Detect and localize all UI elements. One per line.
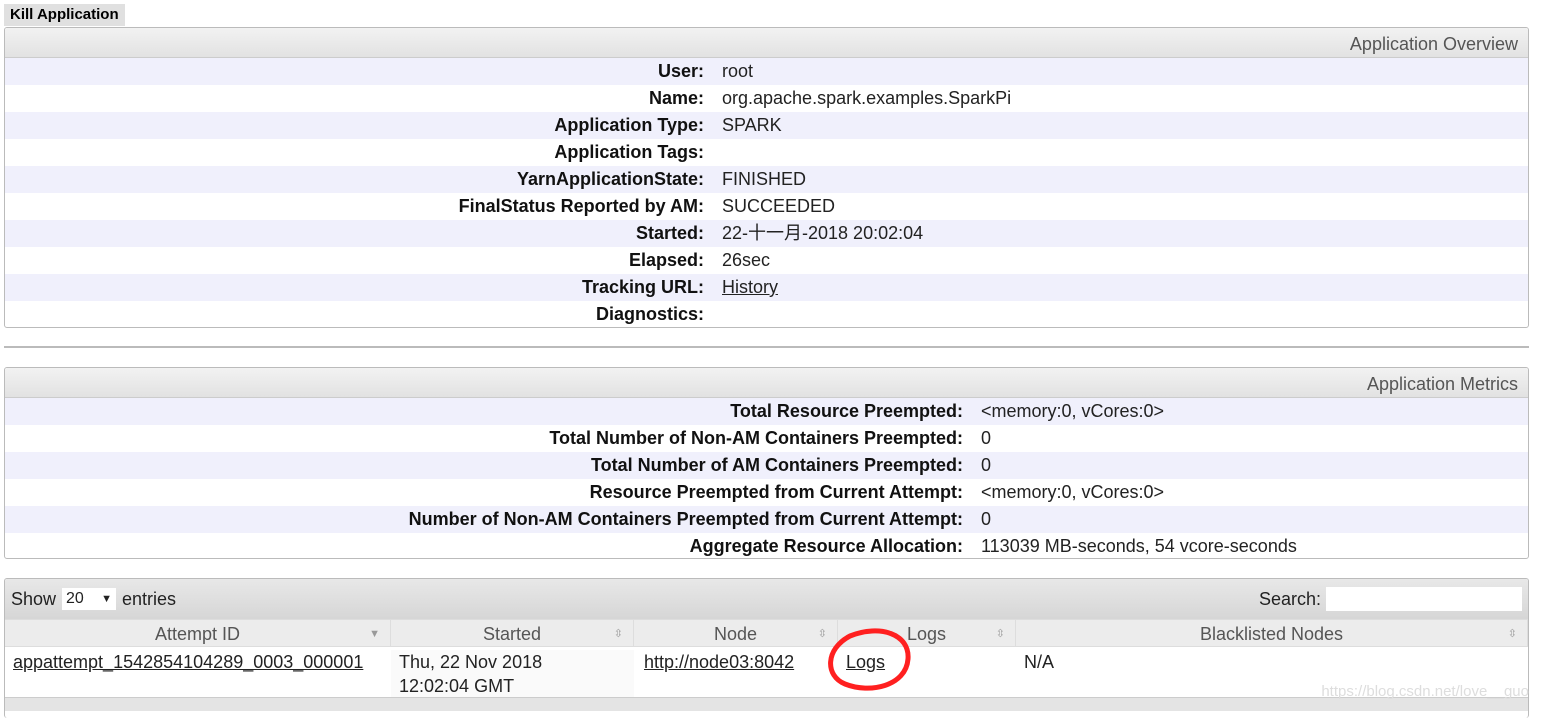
info-row: Aggregate Resource Allocation: 113039 MB-… xyxy=(5,533,1528,558)
info-value: FINISHED xyxy=(722,169,807,189)
info-row: Total Number of Non-AM Containers Preemp… xyxy=(5,425,1528,452)
info-value: 0 xyxy=(981,428,992,448)
show-label: Show xyxy=(11,588,57,609)
sort-icon: ⇳ xyxy=(613,628,623,640)
info-value: <memory:0, vCores:0> xyxy=(981,482,1165,502)
info-label: YarnApplicationState: xyxy=(516,169,704,189)
entries-value: 20 xyxy=(66,590,84,607)
table-footer xyxy=(5,697,1528,711)
attempts-table: Show 20 ▼ entries Search: Attempt ID ▼ Sta… xyxy=(4,578,1529,718)
entries-label: entries xyxy=(122,588,177,609)
sort-icon: ⇳ xyxy=(995,628,1005,640)
info-value: SPARK xyxy=(722,115,782,135)
header-label: Started xyxy=(482,624,542,644)
info-value: 26sec xyxy=(722,250,771,270)
info-label: Total Number of Non-AM Containers Preemp… xyxy=(549,428,963,448)
info-value: 22-十一月-2018 20:02:04 xyxy=(722,223,924,243)
info-row: Total Number of AM Containers Preempted:… xyxy=(5,452,1528,479)
kill-application-button[interactable]: Kill Application xyxy=(4,4,125,26)
attempt-id-link[interactable]: appattempt_1542854104289_0003_000001 xyxy=(13,652,363,672)
info-label: Number of Non-AM Containers Preempted fr… xyxy=(408,509,963,529)
info-row: Number of Non-AM Containers Preempted fr… xyxy=(5,506,1528,533)
info-row: Started: 22-十一月-2018 20:02:04 xyxy=(5,220,1528,247)
application-overview-panel: Application Overview User: root Name: org.a… xyxy=(4,27,1529,328)
header-label: Attempt ID xyxy=(154,624,241,644)
info-label: Tracking URL: xyxy=(581,277,704,297)
node-link[interactable]: http://node03:8042 xyxy=(644,652,794,672)
header-label: Blacklisted Nodes xyxy=(1199,624,1344,644)
info-value: SUCCEEDED xyxy=(722,196,836,216)
info-row: Application Type: SPARK xyxy=(5,112,1528,139)
info-row: Name: org.apache.spark.examples.SparkPi xyxy=(5,85,1528,112)
info-label: Total Number of AM Containers Preempted: xyxy=(590,455,963,475)
column-header-attempt-id[interactable]: Attempt ID ▼ xyxy=(5,620,391,646)
search-input[interactable] xyxy=(1326,587,1522,611)
info-value: root xyxy=(722,61,754,81)
info-row: FinalStatus Reported by AM: SUCCEEDED xyxy=(5,193,1528,220)
table-row: appattempt_1542854104289_0003_000001 Thu… xyxy=(5,647,1528,697)
header-label: Node xyxy=(713,624,758,644)
info-row: Application Tags: xyxy=(5,139,1528,166)
column-header-blacklisted-nodes[interactable]: Blacklisted Nodes ⇳ xyxy=(1016,620,1528,646)
info-label: Diagnostics: xyxy=(595,304,704,324)
info-label: FinalStatus Reported by AM: xyxy=(458,196,704,216)
info-value: 0 xyxy=(981,455,992,475)
panel-title: Application Overview xyxy=(5,28,1528,58)
watermark: https://blog.csdn.net/love__guo xyxy=(1321,683,1529,700)
column-header-started[interactable]: Started ⇳ xyxy=(391,620,634,646)
started-date: Thu, 22 Nov 2018 xyxy=(399,652,543,672)
entries-select[interactable]: 20 ▼ xyxy=(62,588,117,610)
info-label: User: xyxy=(657,61,704,81)
info-value: 0 xyxy=(981,509,992,529)
red-circle-annotation xyxy=(828,628,911,691)
info-label: Application Tags: xyxy=(554,142,704,162)
dropdown-arrow-icon: ▼ xyxy=(101,593,113,605)
column-header-node[interactable]: Node ⇳ xyxy=(634,620,838,646)
search-label: Search: xyxy=(1258,588,1321,609)
info-row: Resource Preempted from Current Attempt:… xyxy=(5,479,1528,506)
info-row: User: root xyxy=(5,58,1528,85)
started-time: 12:02:04 GMT xyxy=(399,676,515,696)
info-label: Name: xyxy=(648,88,704,108)
info-label: Started: xyxy=(635,223,704,243)
info-value: org.apache.spark.examples.SparkPi xyxy=(722,88,1012,108)
blacklisted-value: N/A xyxy=(1024,652,1055,672)
info-row: Tracking URL: History xyxy=(5,274,1528,301)
info-row: Diagnostics: xyxy=(5,301,1528,327)
divider xyxy=(4,346,1529,348)
info-row: Total Resource Preempted: <memory:0, vCor… xyxy=(5,398,1528,425)
info-value: 113039 MB-seconds, 54 vcore-seconds xyxy=(981,536,1297,556)
info-label: Aggregate Resource Allocation: xyxy=(689,536,963,556)
info-label: Total Resource Preempted: xyxy=(730,401,963,421)
application-metrics-panel: Application Metrics Total Resource Preem… xyxy=(4,367,1529,559)
sort-icon: ⇳ xyxy=(1507,628,1517,640)
info-label: Resource Preempted from Current Attempt: xyxy=(589,482,963,502)
panel-title: Application Metrics xyxy=(5,368,1528,398)
info-label: Application Type: xyxy=(554,115,704,135)
info-value: <memory:0, vCores:0> xyxy=(981,401,1165,421)
info-value xyxy=(704,139,722,166)
tracking-url-link[interactable]: History xyxy=(722,277,778,297)
info-value xyxy=(704,301,722,327)
info-label: Elapsed: xyxy=(628,250,704,270)
info-row: YarnApplicationState: FINISHED xyxy=(5,166,1528,193)
info-value: History xyxy=(704,274,778,301)
sort-desc-icon: ▼ xyxy=(369,628,380,640)
info-row: Elapsed: 26sec xyxy=(5,247,1528,274)
